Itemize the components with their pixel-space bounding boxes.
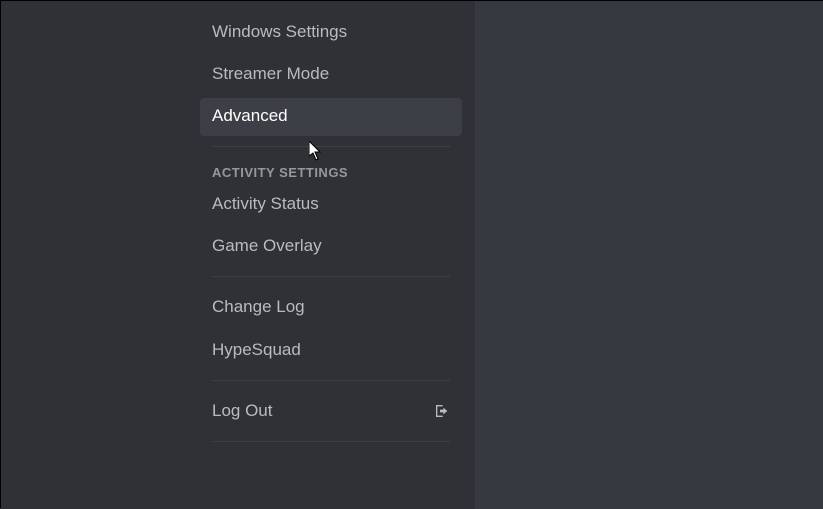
sidebar-item-activity-status[interactable]: Activity Status [200, 186, 462, 224]
sidebar-item-advanced[interactable]: Advanced [200, 98, 462, 136]
sidebar-item-logout[interactable]: Log Out [200, 393, 462, 431]
sidebar-item-change-log[interactable]: Change Log [200, 289, 462, 327]
logout-icon [434, 403, 450, 419]
sidebar-item-hypesquad[interactable]: HypeSquad [200, 332, 462, 370]
sidebar-item-streamer-mode[interactable]: Streamer Mode [200, 56, 462, 94]
settings-sidebar: Windows Settings Streamer Mode Advanced … [1, 1, 475, 509]
divider [212, 441, 450, 442]
divider [212, 146, 450, 147]
settings-menu: Windows Settings Streamer Mode Advanced … [200, 1, 462, 454]
section-header-activity: Activity Settings [200, 159, 462, 186]
divider [212, 380, 450, 381]
sidebar-item-windows-settings[interactable]: Windows Settings [200, 14, 462, 52]
sidebar-item-game-overlay[interactable]: Game Overlay [200, 228, 462, 266]
content-panel [475, 1, 823, 509]
logout-label: Log Out [212, 400, 273, 422]
divider [212, 276, 450, 277]
